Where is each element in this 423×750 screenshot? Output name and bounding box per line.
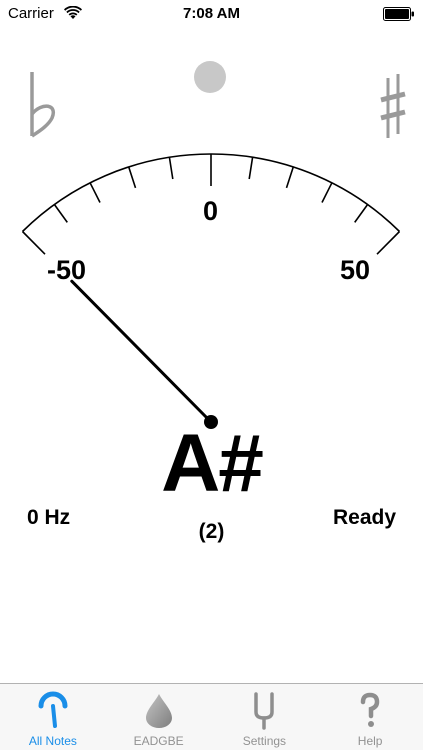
meter-tick [321,182,333,203]
meter-tick [285,166,295,189]
scale-zero-label: 0 [203,196,219,226]
meter-tick [53,204,68,223]
frequency-readout: 0 Hz [27,506,71,529]
meter-needle [70,279,213,424]
gauge-icon [38,691,68,728]
tab-label: EADGBE [133,734,184,748]
meter-tick [127,166,137,189]
tuner-app: Carrier 7:08 AM 0 -50 50 A# (2) 0 Hz Rea… [0,0,423,750]
pick-icon [145,694,172,728]
meter-tick [376,230,401,255]
scale-min-label: -50 [47,255,87,285]
tuner-status: Ready [332,506,396,529]
meter-tick [248,157,254,180]
meter-tick [354,204,369,223]
tuning-fork-icon [254,692,275,730]
tab-label: Settings [242,734,287,748]
detected-note: A# [161,418,264,509]
tab-label: Help [357,734,383,748]
tab-label: All Notes [28,734,77,748]
tab-eadgbe[interactable]: EADGBE [106,684,212,750]
tab-bar: All Notes EADGBE Settings Help [0,683,423,750]
tab-all-notes[interactable]: All Notes [0,684,106,750]
question-icon [360,692,380,727]
tab-help[interactable]: Help [317,684,423,750]
meter-tick [21,230,46,255]
tab-settings[interactable]: Settings [212,684,318,750]
meter-tick [168,157,174,180]
meter-tick [89,182,101,203]
scale-max-label: 50 [340,255,371,285]
